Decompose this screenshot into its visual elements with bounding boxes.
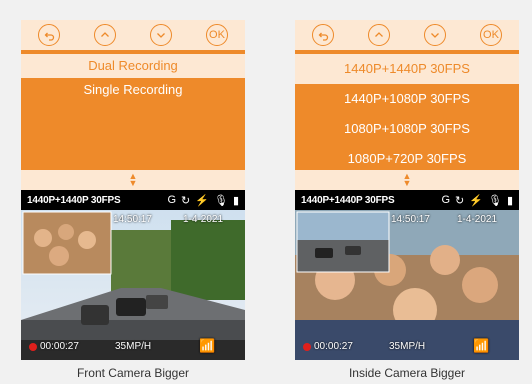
back-icon: [44, 32, 55, 41]
menu-toolbar: OK: [21, 20, 245, 54]
up-button[interactable]: [94, 24, 116, 46]
back-button[interactable]: [312, 24, 334, 46]
chevron-down-icon: [157, 33, 165, 38]
recording-dot-icon: [303, 343, 311, 351]
menu-item-1080p-1080p[interactable]: 1080P+1080P 30FPS: [295, 114, 519, 144]
speed-label: 35MP/H: [389, 341, 426, 352]
back-button[interactable]: [38, 24, 60, 46]
down-button[interactable]: [424, 24, 446, 46]
gsensor-icon: ⚡: [469, 194, 483, 207]
camera-preview: 1440P+1440P 30FPS G ↻ ⚡ 🎙 ▮ 14:50:17 1-4…: [295, 190, 519, 360]
up-button[interactable]: [368, 24, 390, 46]
panel-caption: Front Camera Bigger: [76, 366, 190, 380]
front-camera-video: 14:50:17 1-4-2021 00:00:27 35MP/H 📶: [21, 210, 245, 360]
speed-label: 35MP/H: [115, 341, 152, 352]
loop-3min-icon: ↻: [181, 194, 191, 207]
gps-icon: G: [441, 194, 451, 206]
sdcard-icon: ▮: [232, 194, 239, 207]
scroll-down-icon: ▼: [128, 178, 138, 188]
menu-item-single-recording[interactable]: Single Recording: [21, 78, 245, 102]
inside-camera-video: 14:50:17 1-4-2021 00:00:27 35MP/H 📶: [295, 210, 519, 360]
sdcard-icon: ▮: [506, 194, 513, 207]
wifi-icon: 📶: [199, 338, 216, 353]
status-icons: G ↻ ⚡ 🎙 ▮: [441, 194, 513, 207]
menu-toolbar: OK: [295, 20, 519, 54]
front-camera-bigger-panel: OK Dual Recording Single Recording ▲ ▼ 14…: [21, 20, 245, 380]
menu-items: Dual Recording Single Recording: [21, 54, 245, 102]
menu-item-1440p-1440p[interactable]: 1440P+1440P 30FPS: [295, 54, 519, 84]
status-bar: 1440P+1440P 30FPS G ↻ ⚡ 🎙 ▮: [295, 190, 519, 210]
mic-icon: 🎙: [487, 194, 502, 207]
wifi-icon: 📶: [473, 338, 490, 353]
recording-dot-icon: [29, 343, 37, 351]
loop-3min-icon: ↻: [455, 194, 465, 207]
resolution-label: 1440P+1440P 30FPS: [301, 194, 395, 206]
status-icons: G ↻ ⚡ 🎙 ▮: [167, 194, 239, 207]
gps-icon: G: [167, 194, 177, 206]
mic-icon: 🎙: [213, 194, 228, 207]
resolution-label: 1440P+1440P 30FPS: [27, 194, 121, 206]
status-bar: 1440P+1440P 30FPS G ↻ ⚡ 🎙 ▮: [21, 190, 245, 210]
menu-items: 1440P+1440P 30FPS 1440P+1080P 30FPS 1080…: [295, 54, 519, 174]
chevron-up-icon: [101, 32, 109, 37]
ok-button[interactable]: OK: [206, 24, 228, 46]
time-label: 14:50:17: [113, 214, 152, 225]
scroll-down-icon: ▼: [402, 178, 412, 188]
scroll-indicator: ▲ ▼: [21, 170, 245, 190]
rec-time-label: 00:00:27: [40, 341, 79, 352]
menu-item-1440p-1080p[interactable]: 1440P+1080P 30FPS: [295, 84, 519, 114]
recording-mode-menu: OK Dual Recording Single Recording ▲ ▼: [21, 20, 245, 190]
ok-label: OK: [209, 29, 225, 41]
time-label: 14:50:17: [391, 214, 430, 225]
camera-preview: 1440P+1440P 30FPS G ↻ ⚡ 🎙 ▮ 14:50:17 1-4…: [21, 190, 245, 360]
ok-label: OK: [483, 29, 499, 41]
back-icon: [318, 32, 329, 41]
chevron-down-icon: [431, 33, 439, 38]
date-label: 1-4-2021: [457, 214, 498, 225]
date-label: 1-4-2021: [183, 214, 224, 225]
gsensor-icon: ⚡: [195, 194, 209, 207]
menu-item-dual-recording[interactable]: Dual Recording: [21, 54, 245, 78]
chevron-up-icon: [375, 32, 383, 37]
panel-caption: Inside Camera Bigger: [348, 366, 466, 380]
down-button[interactable]: [150, 24, 172, 46]
ok-button[interactable]: OK: [480, 24, 502, 46]
scroll-indicator: ▲ ▼: [295, 170, 519, 190]
inside-camera-bigger-panel: OK 1440P+1440P 30FPS 1440P+1080P 30FPS 1…: [295, 20, 519, 380]
resolution-menu: OK 1440P+1440P 30FPS 1440P+1080P 30FPS 1…: [295, 20, 519, 190]
rec-time-label: 00:00:27: [314, 341, 353, 352]
